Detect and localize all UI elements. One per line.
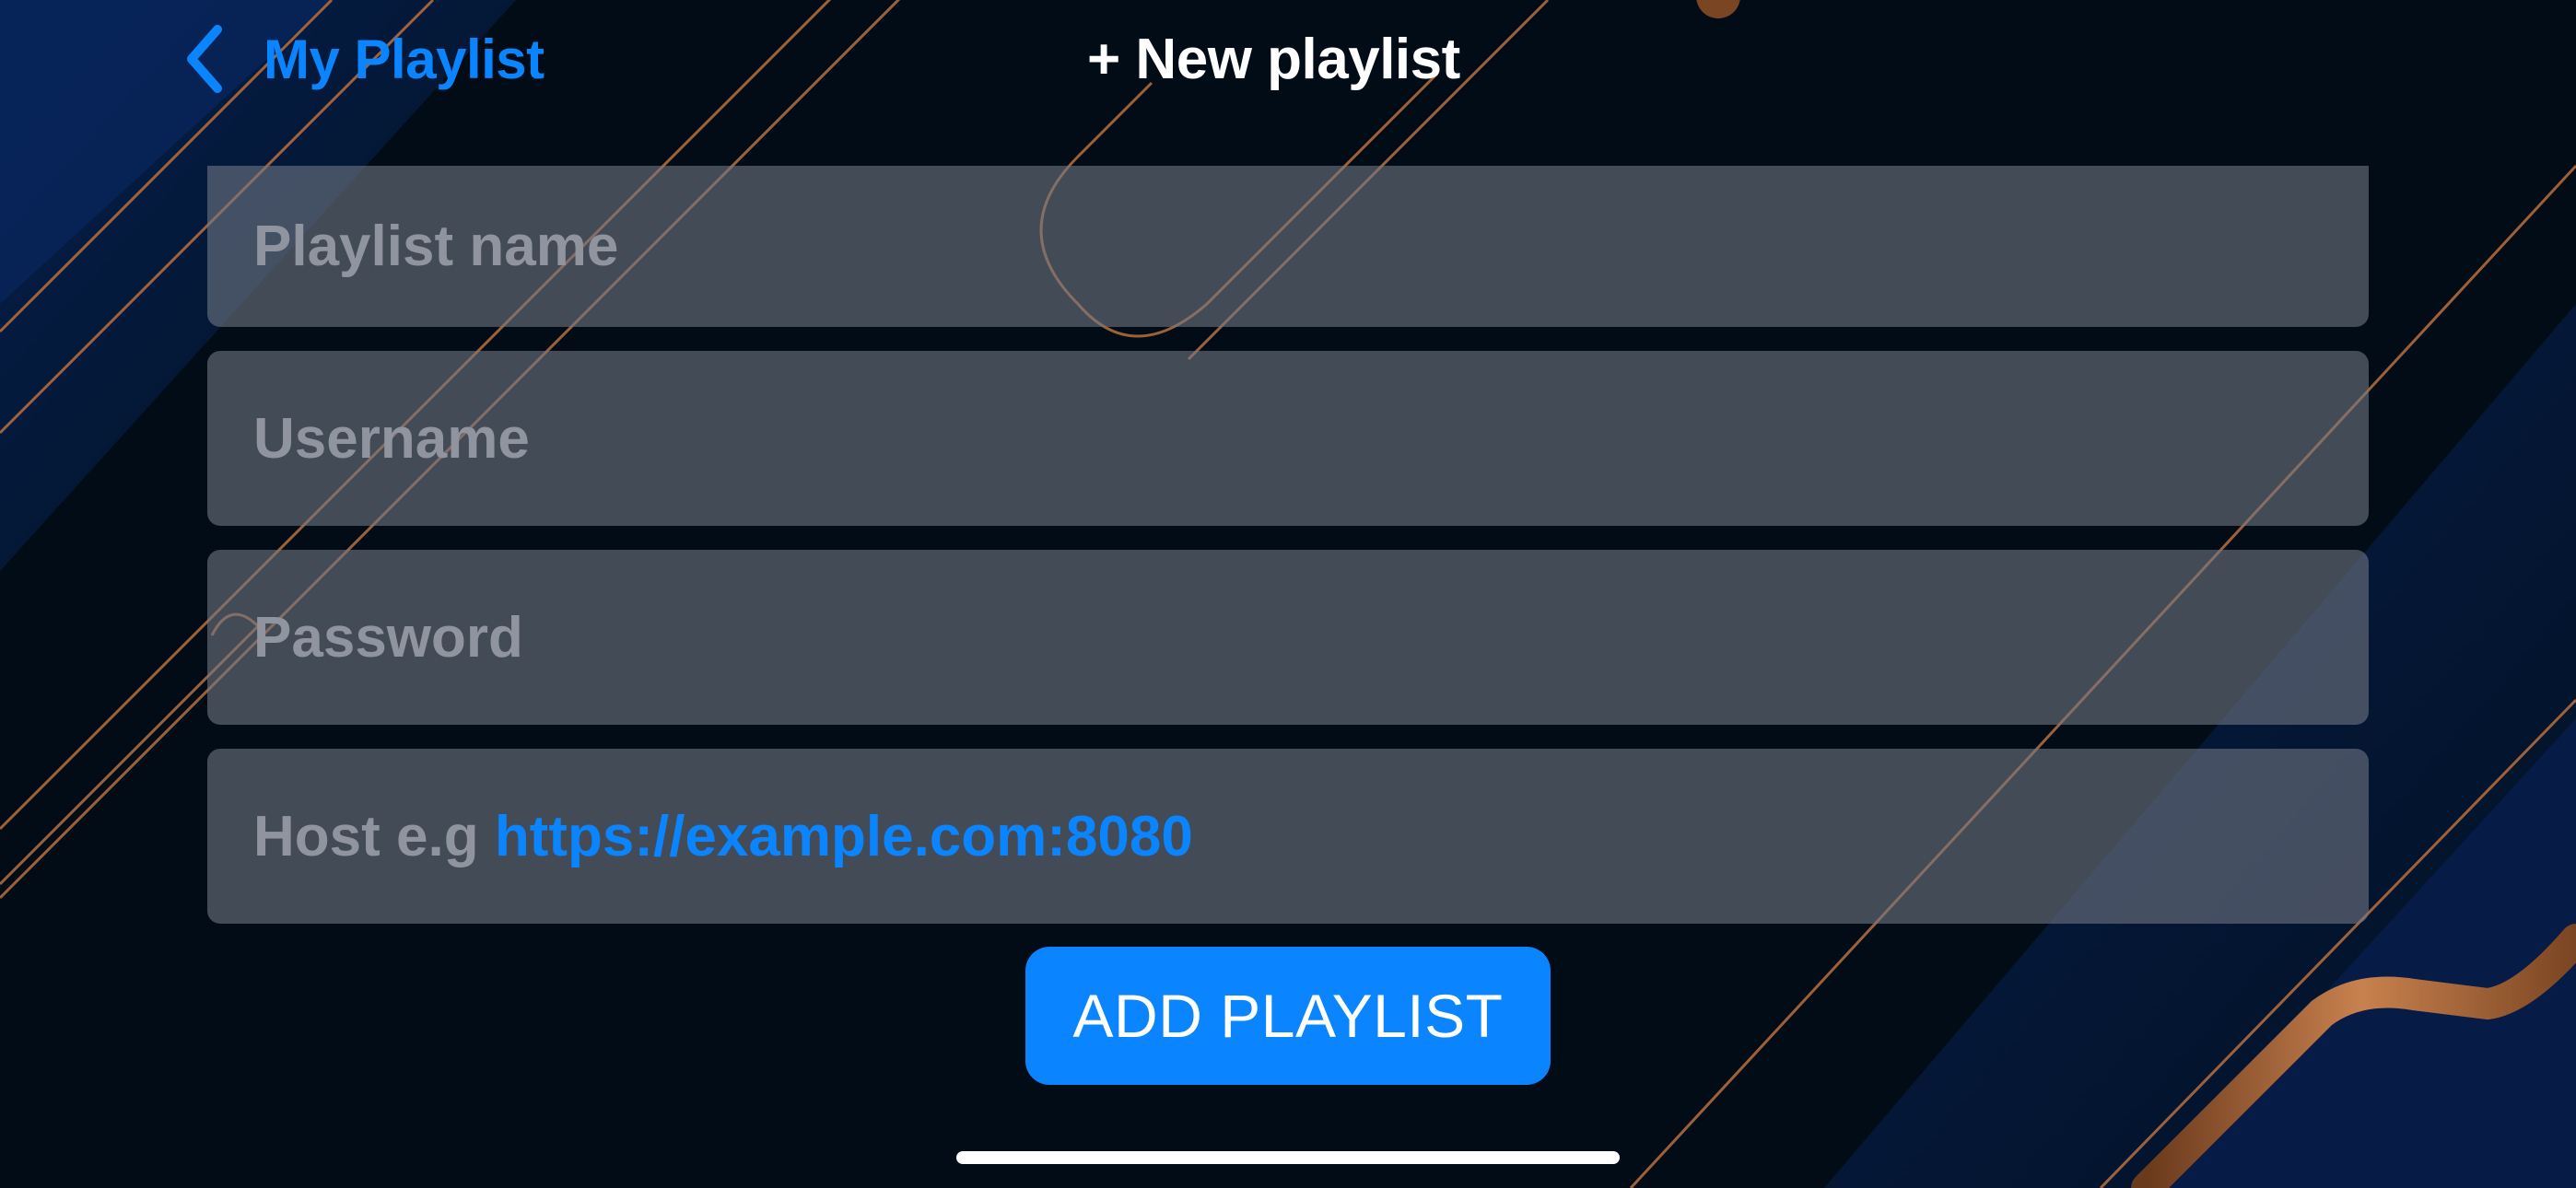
host-placeholder-example: https://example.com:8080 [494, 804, 1193, 868]
playlist-name-field[interactable] [207, 166, 2369, 327]
add-playlist-button[interactable]: ADD PLAYLIST [1025, 947, 1551, 1085]
page-title: + New playlist [1087, 27, 1460, 91]
host-field[interactable]: Host e.g https://example.com:8080 [207, 749, 2369, 924]
back-button[interactable]: My Playlist [182, 22, 544, 96]
home-indicator[interactable] [956, 1151, 1620, 1164]
password-input[interactable] [253, 550, 2369, 725]
password-field[interactable] [207, 550, 2369, 725]
username-input[interactable] [253, 351, 2369, 526]
username-field[interactable] [207, 351, 2369, 526]
chevron-left-icon [182, 24, 227, 94]
back-label: My Playlist [263, 28, 544, 90]
playlist-name-input[interactable] [253, 166, 2369, 327]
host-placeholder: Host e.g https://example.com:8080 [253, 804, 1193, 869]
host-placeholder-prefix: Host e.g [253, 804, 495, 868]
